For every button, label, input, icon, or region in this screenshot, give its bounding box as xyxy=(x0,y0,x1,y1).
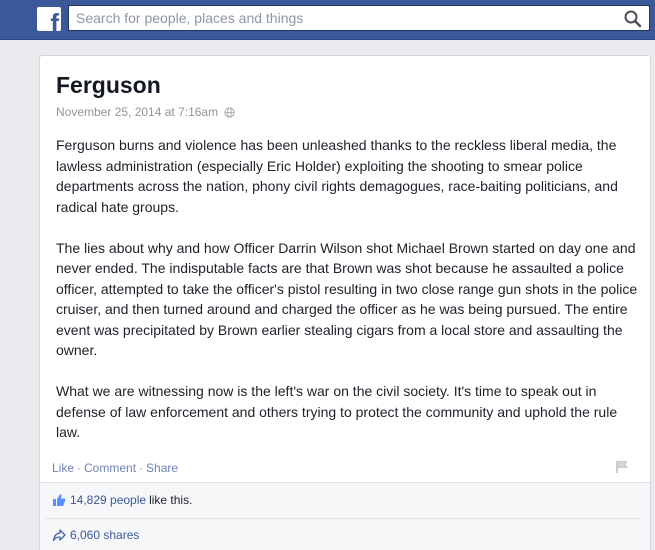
comment-link[interactable]: Comment xyxy=(84,461,136,475)
like-link[interactable]: Like xyxy=(52,461,74,475)
search-input[interactable] xyxy=(69,6,619,30)
stats-divider xyxy=(44,518,642,519)
post-body: Ferguson burns and violence has been unl… xyxy=(56,135,640,463)
shares-count-link[interactable]: 6,060 shares xyxy=(70,528,139,542)
post-title: Ferguson xyxy=(56,72,161,98)
post-timestamp-row: November 25, 2014 at 7:16am xyxy=(56,105,235,119)
shares-row: 6,060 shares xyxy=(52,528,142,542)
left-margin xyxy=(0,41,39,550)
post-date[interactable]: November 25, 2014 at 7:16am xyxy=(56,105,218,119)
top-navigation-bar: f xyxy=(0,0,655,40)
post-stats: 14,829 people like this. 6,060 shares xyxy=(40,482,650,550)
facebook-logo-icon[interactable]: f xyxy=(37,7,61,31)
search-icon[interactable] xyxy=(623,9,643,29)
globe-icon[interactable] xyxy=(224,106,235,118)
likes-count-link[interactable]: 14,829 people xyxy=(70,493,146,507)
separator-dot: · xyxy=(77,461,82,475)
share-link[interactable]: Share xyxy=(146,461,178,475)
post-paragraph-2: The lies about why and how Officer Darri… xyxy=(56,239,638,359)
likes-row: 14,829 people like this. xyxy=(52,493,192,507)
post-actions: Like · Comment · Share xyxy=(52,461,178,475)
post-card: Ferguson November 25, 2014 at 7:16am Fer… xyxy=(39,55,651,550)
likes-suffix: like this. xyxy=(149,493,193,507)
share-arrow-icon xyxy=(52,529,66,542)
search-box xyxy=(68,5,650,31)
post-paragraph-3: What we are witnessing now is the left's… xyxy=(56,383,618,440)
separator-dot: · xyxy=(139,461,144,475)
thumbs-up-icon xyxy=(53,494,66,506)
report-flag-icon[interactable] xyxy=(615,460,629,474)
post-paragraph-1: Ferguson burns and violence has been unl… xyxy=(56,137,618,215)
logo-letter: f xyxy=(50,8,59,31)
